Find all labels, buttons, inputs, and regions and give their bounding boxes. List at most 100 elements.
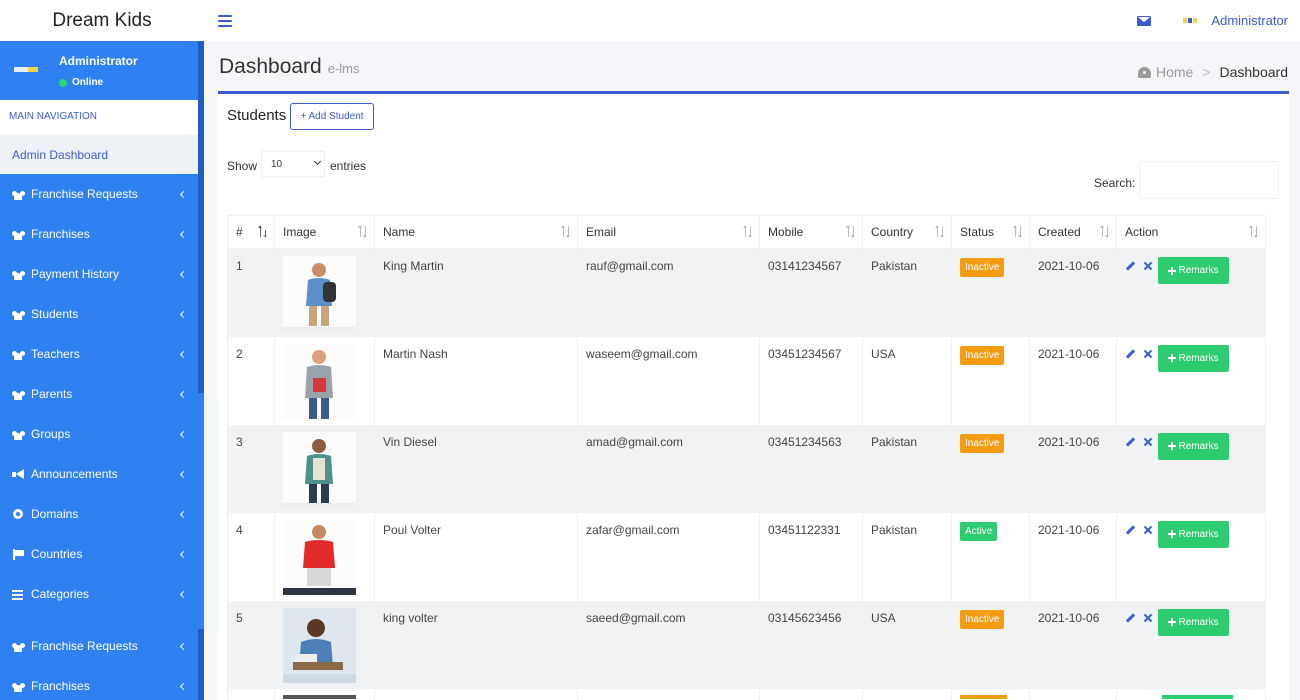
sidebar-item-admin-dashboard[interactable]: Admin Dashboard [0,135,204,174]
column-header-status[interactable]: Status [951,215,1030,249]
top-bar: Dream Kids Administrator [0,0,1300,41]
remarks-button[interactable]: Remarks [1158,432,1229,460]
sidebar-item-franchise-requests[interactable]: Franchise Requests [0,174,204,214]
users-icon [12,309,25,320]
cell-id: 2 [227,336,275,425]
users-icon [12,429,25,440]
sidebar-item-label: Teachers [31,347,80,361]
cell-email: zafar@gmail.com [577,512,760,601]
remarks-button[interactable]: Remarks [1158,608,1229,636]
edit-icon[interactable] [1125,613,1135,623]
show-label: Show [227,159,258,173]
edit-icon[interactable] [1125,261,1135,271]
cell-mobile: 03141234567 [759,248,863,337]
users-icon [12,681,25,692]
cell-country: Pakistan [862,424,952,513]
menu-toggle-icon[interactable] [218,14,232,27]
box-title: Students [227,107,287,124]
sidebar-item-parents[interactable]: Parents [0,374,204,414]
sidebar-item-franchise-requests-2[interactable]: Franchise Requests [0,626,204,666]
row-actions: Remarks [1125,344,1265,372]
chevron-left-icon [179,230,188,238]
column-header-image[interactable]: Image [274,215,375,249]
cell-country: Pakistan [862,248,952,337]
breadcrumb-home[interactable]: Home [1156,64,1193,80]
sidebar-item-franchises[interactable]: Franchises [0,214,204,254]
entries-label: entries [330,159,367,173]
top-user-name[interactable]: Administrator [1211,13,1288,28]
add-student-button[interactable]: + Add Student [290,103,374,130]
sidebar-item-domains[interactable]: Domains [0,494,204,534]
delete-icon[interactable] [1144,614,1152,622]
page-subtitle: e-lms [327,61,360,76]
nav-header: MAIN NAVIGATION [0,100,204,135]
student-photo [283,343,356,419]
column-header-number[interactable]: # [227,215,275,249]
search-input[interactable] [1139,161,1279,199]
sidebar-item-announcements[interactable]: Announcements [0,454,204,494]
sidebar-item-groups[interactable]: Groups [0,414,204,454]
user-status-text: Online [72,77,104,88]
bars-icon [12,589,25,600]
cell-email: rauf@gmail.com [577,248,760,337]
nav-separator [0,614,204,626]
delete-icon[interactable] [1144,350,1152,358]
plus-icon [1168,266,1177,275]
cell-id: 5 [227,600,275,689]
entries-select[interactable]: 10 [261,151,325,177]
sidebar-item-categories[interactable]: Categories [0,574,204,614]
student-photo [283,694,356,699]
cell-id: 3 [227,424,275,513]
remarks-button[interactable]: Remarks [1158,257,1229,284]
edit-icon[interactable] [1125,437,1135,447]
breadcrumb-separator: > [1202,64,1211,80]
top-right-menu: Administrator [1137,13,1300,28]
column-header-mobile[interactable]: Mobile [759,215,863,249]
column-header-action[interactable]: Action [1116,215,1266,249]
top-avatar[interactable] [1183,18,1198,23]
sidebar-item-label: Parents [31,387,73,401]
edit-icon[interactable] [1125,525,1135,535]
status-badge [960,694,1007,699]
search-label: Search: [1094,176,1136,190]
sort-icon [358,225,368,238]
column-header-country[interactable]: Country [862,215,952,249]
remarks-button[interactable]: Remarks [1158,520,1229,548]
row-actions: Remarks [1125,432,1265,460]
remarks-button[interactable]: Remarks [1158,344,1229,372]
cell-mobile: 03451122331 [759,512,863,601]
column-header-email[interactable]: Email [577,215,760,249]
column-header-created[interactable]: Created [1029,215,1117,249]
sidebar-item-teachers[interactable]: Teachers [0,334,204,374]
cell-name: Vin Diesel [374,424,578,513]
sidebar-item-franchises-2[interactable]: Franchises [0,666,204,700]
delete-icon[interactable] [1144,526,1152,534]
sidebar-item-label: Countries [31,547,83,561]
plus-icon [1168,530,1177,538]
delete-icon[interactable] [1144,438,1152,446]
chevron-left-icon [179,590,188,598]
chevron-left-icon [179,310,188,318]
chevron-left-icon [179,390,188,398]
app-title[interactable]: Dream Kids [0,10,204,32]
cell-image [274,248,375,337]
user-panel: Administrator Online [0,41,204,100]
cell-id: 4 [227,512,275,601]
remarks-button[interactable] [1162,694,1233,699]
delete-icon[interactable] [1144,262,1152,270]
users-icon [12,229,25,240]
cell-mobile: 03145623456 [759,600,863,689]
bullhorn-icon [12,468,25,480]
plus-icon [1168,618,1177,626]
column-header-name[interactable]: Name [374,215,578,249]
edit-icon[interactable] [1125,349,1135,359]
student-photo [283,519,356,595]
cell-status: Inactive [951,600,1030,689]
chevron-down-icon [313,157,322,166]
entries-value: 10 [271,158,283,170]
sidebar-item-label: Domains [31,507,79,521]
mail-icon[interactable] [1137,15,1152,26]
sidebar-item-countries[interactable]: Countries [0,534,204,574]
sidebar-item-students[interactable]: Students [0,294,204,334]
sidebar-item-payment-history[interactable]: Payment History [0,254,204,294]
